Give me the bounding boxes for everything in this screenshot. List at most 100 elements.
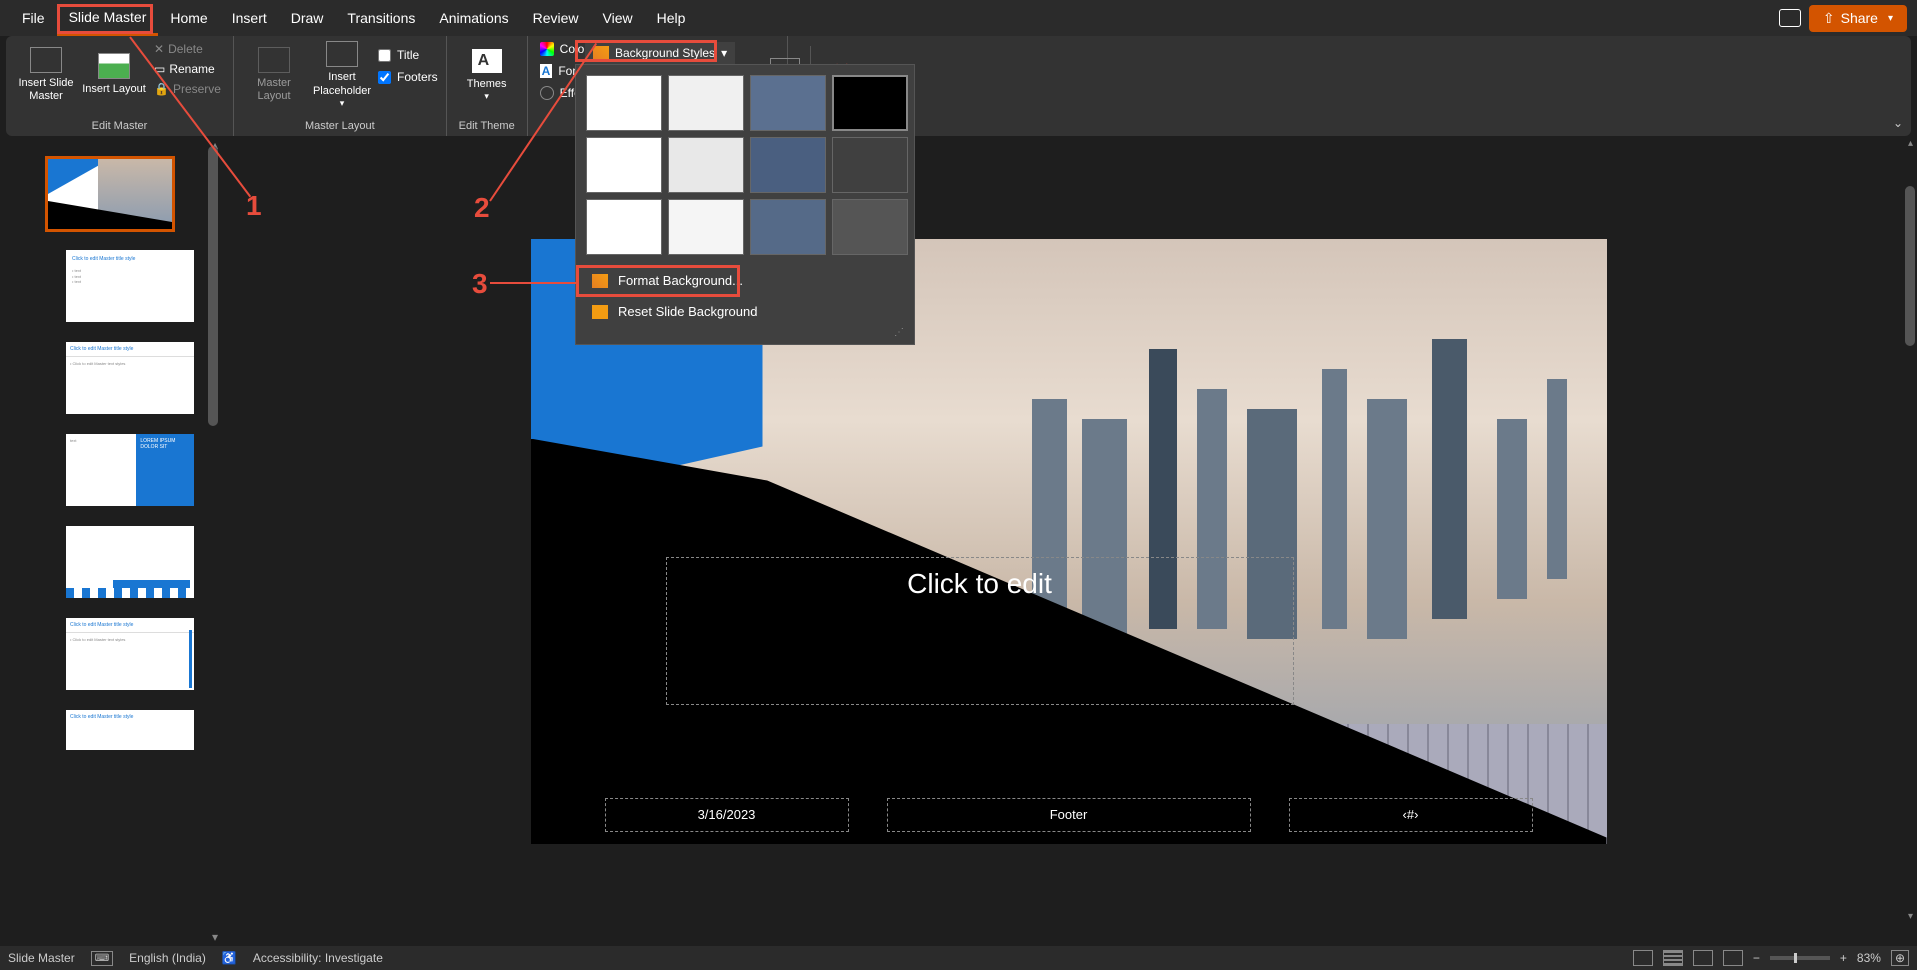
group-edit-theme: A Themes ▾ Edit Theme — [447, 36, 528, 136]
annotation-line-3 — [490, 282, 576, 284]
bg-swatch-7[interactable] — [750, 137, 826, 193]
accessibility-icon: ♿ — [222, 951, 237, 965]
slide-edit-area: Click to edit 3/16/2023 Footer ‹#› ▴ ▾ — [220, 136, 1917, 946]
chevron-down-icon: ▾ — [721, 46, 727, 60]
tab-file[interactable]: File — [10, 2, 57, 34]
keyboard-icon[interactable]: ⌨ — [91, 951, 113, 966]
thumbnail-scrollbar-thumb[interactable] — [208, 146, 218, 426]
zoom-slider[interactable] — [1770, 956, 1830, 960]
insert-placeholder-button[interactable]: Insert Placeholder ▾ — [310, 40, 374, 110]
group-label-master-layout: Master Layout — [242, 118, 438, 132]
workspace: ▴ Click to edit Master title style • tex… — [0, 136, 1917, 946]
format-background-menuitem[interactable]: Format Background... — [582, 265, 908, 296]
slide-sorter-button[interactable] — [1663, 950, 1683, 966]
tab-home[interactable]: Home — [158, 2, 219, 34]
background-styles-icon — [593, 46, 609, 60]
background-styles-dropdown: Format Background... Reset Slide Backgro… — [575, 64, 915, 345]
chevron-down-icon: ▾ — [484, 91, 489, 102]
status-accessibility[interactable]: Accessibility: Investigate — [253, 951, 383, 965]
tab-view[interactable]: View — [591, 2, 645, 34]
bg-swatch-2[interactable] — [668, 75, 744, 131]
ribbon-expand-button[interactable]: ⌄ — [1893, 116, 1903, 130]
bg-swatch-8[interactable] — [832, 137, 908, 193]
group-label-edit-theme: Edit Theme — [455, 118, 519, 132]
bg-swatch-4[interactable] — [832, 75, 908, 131]
preserve-button: 🔒Preserve — [150, 80, 225, 98]
fit-to-window-button[interactable]: ⊕ — [1891, 950, 1909, 966]
bg-swatch-11[interactable] — [750, 199, 826, 255]
background-styles-button[interactable]: Background Styles ▾ — [585, 42, 735, 64]
themes-button[interactable]: A Themes ▾ — [455, 40, 519, 110]
scroll-down-icon[interactable]: ▾ — [1908, 911, 1913, 922]
layout-thumbnail-3[interactable]: textLOREM IPSUM DOLOR SIT — [66, 434, 194, 506]
reading-view-button[interactable] — [1693, 950, 1713, 966]
annotation-num-3: 3 — [472, 268, 488, 300]
bg-swatch-10[interactable] — [668, 199, 744, 255]
tab-animations[interactable]: Animations — [427, 2, 520, 34]
status-language[interactable]: English (India) — [129, 951, 206, 965]
chevron-down-icon: ▾ — [340, 98, 345, 109]
scroll-up-icon[interactable]: ▴ — [1908, 138, 1913, 149]
delete-button: ✕Delete — [150, 40, 225, 58]
statusbar: Slide Master ⌨ English (India) ♿ Accessi… — [0, 946, 1917, 970]
zoom-out-button[interactable]: − — [1753, 951, 1760, 965]
bg-swatch-6[interactable] — [668, 137, 744, 193]
reset-slide-background-menuitem[interactable]: Reset Slide Background — [582, 296, 908, 327]
placeholder-icon — [326, 41, 358, 67]
insert-slide-master-button[interactable]: Insert Slide Master — [14, 40, 78, 110]
colors-icon — [540, 42, 554, 56]
insert-layout-button[interactable]: Insert Layout — [82, 40, 146, 110]
tab-transitions[interactable]: Transitions — [335, 2, 427, 34]
date-placeholder[interactable]: 3/16/2023 — [605, 798, 849, 832]
rename-button[interactable]: ▭Rename — [150, 60, 225, 78]
tab-help[interactable]: Help — [645, 2, 698, 34]
chevron-down-icon: ▾ — [1888, 13, 1893, 24]
normal-view-button[interactable] — [1633, 950, 1653, 966]
comments-icon[interactable] — [1779, 9, 1801, 27]
slide-master-icon — [30, 47, 62, 73]
master-layout-icon — [258, 47, 290, 73]
layout-thumbnail-2[interactable]: Click to edit Master title style • Click… — [66, 342, 194, 414]
layout-thumbnail-4[interactable] — [66, 526, 194, 598]
background-swatch-grid — [582, 71, 908, 259]
title-checkbox[interactable]: Title — [378, 48, 438, 62]
delete-icon: ✕ — [154, 42, 164, 56]
annotation-num-2: 2 — [474, 192, 490, 224]
slide-number-placeholder[interactable]: ‹#› — [1289, 798, 1533, 832]
master-layout-button: Master Layout — [242, 40, 306, 110]
tab-insert[interactable]: Insert — [220, 2, 279, 34]
share-button[interactable]: ⇧ Share ▾ — [1809, 5, 1907, 32]
bg-swatch-12[interactable] — [832, 199, 908, 255]
ribbon: Insert Slide Master Insert Layout ✕Delet… — [6, 36, 1911, 136]
format-background-icon — [592, 274, 608, 288]
group-master-layout: Master Layout Insert Placeholder ▾ Title… — [234, 36, 447, 136]
bg-swatch-3[interactable] — [750, 75, 826, 131]
thumbnail-scrollbar[interactable] — [204, 136, 220, 946]
zoom-in-button[interactable]: + — [1840, 951, 1847, 965]
master-thumbnail[interactable] — [45, 156, 175, 232]
layout-thumbnail-5[interactable]: Click to edit Master title style • Click… — [66, 618, 194, 690]
tab-draw[interactable]: Draw — [279, 2, 336, 34]
bg-swatch-5[interactable] — [586, 137, 662, 193]
tab-review[interactable]: Review — [521, 2, 591, 34]
thumbnail-panel: ▴ Click to edit Master title style • tex… — [0, 136, 220, 946]
slideshow-button[interactable] — [1723, 950, 1743, 966]
zoom-level[interactable]: 83% — [1857, 951, 1881, 965]
annotation-num-1: 1 — [246, 190, 262, 222]
group-edit-master: Insert Slide Master Insert Layout ✕Delet… — [6, 36, 234, 136]
slide-scrollbar-thumb[interactable] — [1905, 186, 1915, 346]
slide-scrollbar[interactable]: ▴ ▾ — [1901, 136, 1917, 946]
footer-placeholder[interactable]: Footer — [887, 798, 1251, 832]
layout-thumbnail-1[interactable]: Click to edit Master title style • text•… — [66, 250, 194, 322]
tab-slide-master[interactable]: Slide Master — [57, 1, 159, 36]
bg-swatch-1[interactable] — [586, 75, 662, 131]
themes-icon: A — [471, 48, 503, 74]
fonts-icon: A — [540, 64, 553, 78]
dropdown-resize-handle[interactable]: ⋰ — [582, 327, 908, 338]
title-placeholder[interactable]: Click to edit — [666, 557, 1294, 705]
layout-thumbnail-6[interactable]: Click to edit Master title style — [66, 710, 194, 750]
bg-swatch-9[interactable] — [586, 199, 662, 255]
status-mode: Slide Master — [8, 951, 75, 965]
footers-checkbox[interactable]: Footers — [378, 70, 438, 84]
share-label: Share — [1841, 10, 1878, 26]
